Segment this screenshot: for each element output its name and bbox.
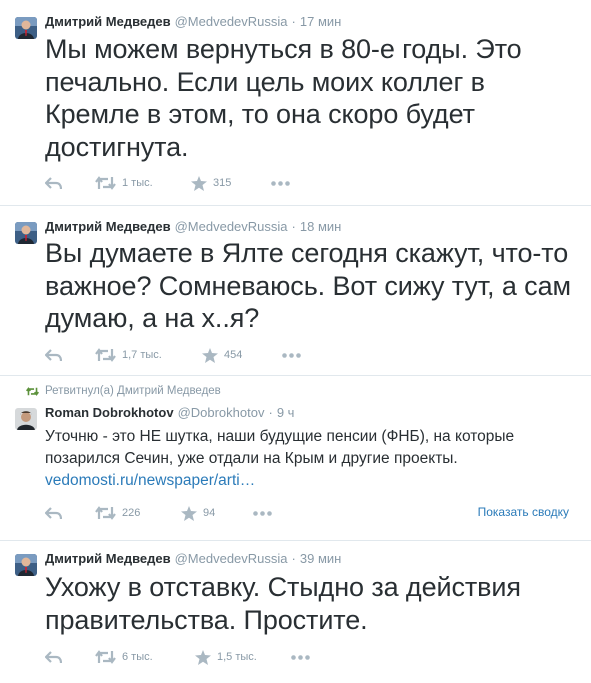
favorite-button[interactable]: 315	[191, 174, 231, 192]
favorite-button[interactable]: 1,5 тыс.	[195, 648, 257, 666]
favorite-button[interactable]: 94	[181, 504, 215, 522]
more-button[interactable]	[271, 174, 290, 192]
star-icon	[202, 347, 218, 363]
tweet-actions: 1 тыс. 315	[45, 174, 585, 192]
tweet-actions: 6 тыс. 1,5 тыс.	[45, 648, 585, 666]
retweet-context: Ретвитнул(а) Дмитрий Медведев	[26, 385, 221, 397]
retweet-icon	[95, 176, 116, 190]
reply-icon	[45, 176, 62, 189]
retweet-button[interactable]: 1 тыс.	[95, 174, 153, 192]
tweet-actions: 226 94 Показать сводку	[45, 504, 585, 522]
more-icon	[291, 654, 310, 660]
retweet-count: 6 тыс.	[122, 651, 153, 663]
retweet-button[interactable]: 1,7 тыс.	[95, 346, 162, 364]
retweet-button[interactable]: 6 тыс.	[95, 648, 153, 666]
reply-button[interactable]	[45, 174, 62, 192]
avatar[interactable]	[15, 554, 37, 576]
reply-icon	[45, 650, 62, 663]
star-icon	[195, 649, 211, 665]
more-icon	[271, 180, 290, 186]
retweet-icon	[95, 506, 116, 520]
star-icon	[191, 175, 207, 191]
favorite-button[interactable]: 454	[202, 346, 242, 364]
retweet-count: 226	[122, 507, 141, 519]
tweet-body: Уточню - это НЕ шутка, наши будущие пенс…	[45, 428, 515, 467]
author-handle[interactable]: @MedvedevRussia	[175, 219, 288, 234]
author-name[interactable]: Roman Dobrokhotov	[45, 405, 174, 420]
favorite-count: 1,5 тыс.	[217, 651, 257, 663]
tweet-text: Вы думаете в Ялте сегодня скажут, что-то…	[45, 238, 571, 333]
tweet-time[interactable]: 9 ч	[277, 405, 295, 420]
more-button[interactable]	[253, 504, 272, 522]
tweet[interactable]: Дмитрий Медведев @MedvedevRussia · 18 мин В…	[0, 206, 591, 376]
retweeted-tweet[interactable]: Ретвитнул(а) Дмитрий Медведев Roman Dobr…	[0, 376, 591, 541]
reply-icon	[45, 348, 62, 361]
retweet-count: 1 тыс.	[122, 177, 153, 189]
tweet-time[interactable]: 39 мин	[300, 551, 341, 566]
author-handle[interactable]: @Dobrokhotov	[178, 405, 265, 420]
tweet-time[interactable]: 18 мин	[300, 219, 341, 234]
retweeted-by-label[interactable]: Ретвитнул(а) Дмитрий Медведев	[45, 385, 221, 397]
reply-button[interactable]	[45, 346, 62, 364]
favorite-count: 315	[213, 177, 232, 189]
show-summary-link[interactable]: Показать сводку	[478, 505, 569, 519]
favorite-count: 454	[224, 349, 243, 361]
tweet-actions: 1,7 тыс. 454	[45, 346, 585, 364]
tweet-text: Мы можем вернуться в 80-е годы. Это печа…	[45, 34, 522, 162]
separator: ·	[291, 219, 296, 234]
author-handle[interactable]: @MedvedevRussia	[175, 551, 288, 566]
tweet-time[interactable]: 17 мин	[300, 14, 341, 29]
tweet-header: Дмитрий Медведев @MedvedevRussia · 39 мин	[45, 551, 341, 567]
more-button[interactable]	[282, 346, 301, 364]
tweet-text: Уточню - это НЕ шутка, наши будущие пенс…	[45, 426, 575, 492]
retweet-button[interactable]: 226	[95, 504, 140, 522]
separator: ·	[291, 551, 296, 566]
avatar[interactable]	[15, 17, 37, 39]
retweet-icon	[95, 650, 116, 664]
reply-button[interactable]	[45, 648, 62, 666]
retweet-context-icon	[26, 386, 39, 396]
avatar[interactable]	[15, 222, 37, 244]
more-button[interactable]	[291, 648, 310, 666]
separator: ·	[291, 14, 296, 29]
reply-button[interactable]	[45, 504, 62, 522]
retweet-icon	[95, 348, 116, 362]
more-icon	[253, 510, 272, 516]
separator: ·	[268, 405, 273, 420]
more-icon	[282, 352, 301, 358]
tweet-text: Ухожу в отставку. Стыдно за действия пра…	[45, 572, 521, 635]
tweet-feed: Дмитрий Медведев @MedvedevRussia · 17 мин М…	[0, 0, 591, 683]
tweet-link[interactable]: vedomosti.ru/newspaper/arti…	[45, 472, 255, 489]
star-icon	[181, 505, 197, 521]
retweet-count: 1,7 тыс.	[122, 349, 162, 361]
avatar[interactable]	[15, 408, 37, 430]
tweet-header: Дмитрий Медведев @MedvedevRussia · 17 мин	[45, 14, 341, 30]
author-handle[interactable]: @MedvedevRussia	[175, 14, 288, 29]
tweet[interactable]: Дмитрий Медведев @MedvedevRussia · 17 мин М…	[0, 0, 591, 206]
reply-icon	[45, 506, 62, 519]
tweet[interactable]: Дмитрий Медведев @MedvedevRussia · 39 мин У…	[0, 541, 591, 683]
author-name[interactable]: Дмитрий Медведев	[45, 551, 171, 566]
author-name[interactable]: Дмитрий Медведев	[45, 14, 171, 29]
tweet-header: Дмитрий Медведев @MedvedevRussia · 18 мин	[45, 219, 341, 235]
favorite-count: 94	[203, 507, 216, 519]
tweet-header: Roman Dobrokhotov @Dobrokhotov · 9 ч	[45, 405, 294, 421]
author-name[interactable]: Дмитрий Медведев	[45, 219, 171, 234]
